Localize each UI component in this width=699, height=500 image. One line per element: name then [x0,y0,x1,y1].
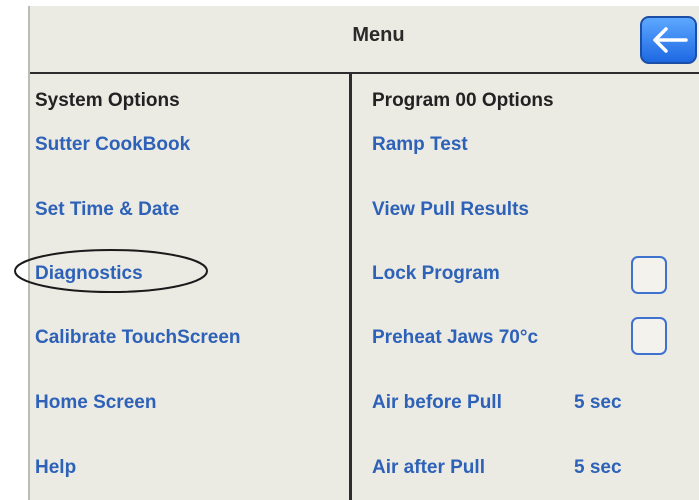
header-divider [30,72,699,74]
air-before-pull-value: 5 sec [574,392,622,413]
title-bar: Menu [30,6,699,70]
air-before-pull-item[interactable]: Air before Pull [372,392,502,414]
lock-program-checkbox[interactable] [631,256,667,294]
column-divider [349,74,352,500]
home-screen-item[interactable]: Home Screen [35,392,156,414]
preheat-jaws-checkbox[interactable] [631,317,667,355]
sutter-cookbook-item[interactable]: Sutter CookBook [35,134,190,156]
air-after-pull-value: 5 sec [574,457,622,478]
system-options-heading: System Options [35,90,180,111]
view-pull-results-item[interactable]: View Pull Results [372,199,529,221]
back-button[interactable] [640,16,697,64]
preheat-jaws-item[interactable]: Preheat Jaws 70°c [372,327,538,349]
air-after-pull-item[interactable]: Air after Pull [372,457,485,479]
program-options-heading: Program 00 Options [372,90,554,111]
help-item[interactable]: Help [35,457,76,479]
ramp-test-item[interactable]: Ramp Test [372,134,468,156]
page-title: Menu [352,24,405,46]
lock-program-item[interactable]: Lock Program [372,263,500,285]
left-arrow-icon [653,27,688,53]
calibrate-touchscreen-item[interactable]: Calibrate TouchScreen [35,327,241,349]
highlight-ellipse [14,249,208,293]
menu-screen: Menu System Options Sutter CookBook Set … [0,0,699,500]
set-time-date-item[interactable]: Set Time & Date [35,199,179,221]
